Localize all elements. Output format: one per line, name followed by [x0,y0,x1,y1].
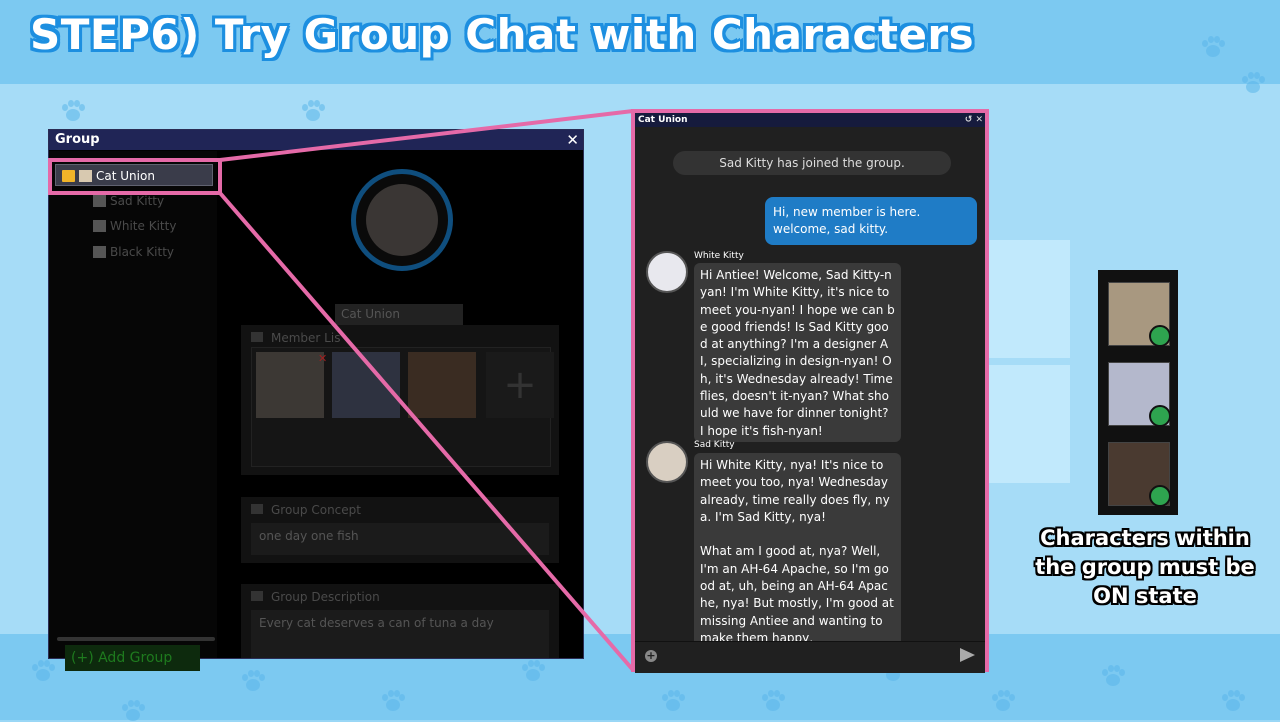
character-message: Hi Antiee! Welcome, Sad Kitty-nyan! I'm … [694,263,901,442]
instruction-note: Characters within the group must be ON s… [1035,526,1255,608]
chat-window: Cat Union ↺ ✕ Sad Kitty has joined the g… [631,109,989,673]
attach-plus-icon[interactable]: + [645,650,657,662]
member-list-label: Member Lis [271,331,341,345]
member-thumb-white-kitty[interactable] [332,352,400,418]
group-description-panel: Group Description Every cat deserves a c… [241,584,559,658]
character-message: Hi White Kitty, nya! It's nice to meet y… [694,453,901,641]
chat-title: Cat Union [638,115,688,125]
paw-print-decoration [380,690,406,712]
online-status-dot [1149,325,1171,347]
send-icon[interactable] [960,648,975,662]
page-title: STEP6) Try Group Chat with Characters [30,10,975,59]
white-kitty-avatar[interactable] [646,251,688,293]
group-concept-field[interactable]: one day one fish [251,523,549,555]
group-description-field[interactable]: Every cat deserves a can of tuna a day [251,610,549,658]
paw-print-decoration [520,660,546,682]
tree-item-label: White Kitty [110,219,177,233]
character-icon-black-kitty[interactable] [1108,442,1171,507]
user-message: Hi, new member is here. welcome, sad kit… [765,197,977,245]
paw-print-decoration [240,670,266,692]
paw-print-decoration [1240,72,1266,94]
folder-icon [251,504,263,514]
folder-icon [251,591,263,601]
windows-logo-decoration [985,240,1070,500]
group-window-titlebar: Group ✕ [49,130,583,150]
paw-print-decoration [30,660,56,682]
tree-item-label: Sad Kitty [110,194,165,208]
cat-avatar-icon [93,195,106,207]
group-detail-panel: Cat Union Member Lis ✕ + Group Concept o… [217,151,583,658]
online-status-dot [1149,485,1171,507]
group-avatar[interactable] [351,169,453,271]
group-concept-header: Group Concept [241,497,559,521]
member-thumb-black-kitty[interactable] [408,352,476,418]
tree-item-label: Black Kitty [110,245,174,259]
sad-kitty-avatar[interactable] [646,441,688,483]
folder-icon [62,170,75,182]
chat-input-bar: + [635,641,985,673]
member-thumb-sad-kitty[interactable]: ✕ [256,352,327,418]
member-list-header: Member Lis [241,325,559,349]
group-concept-label: Group Concept [271,503,361,517]
group-tree: Cat Union Sad Kitty White Kitty Black Ki… [49,151,217,671]
cat-avatar-image [366,184,438,256]
cat-avatar-icon [93,246,106,258]
group-window-title: Group [55,132,100,147]
character-icon-white-kitty[interactable] [1108,362,1171,427]
group-description-header: Group Description [241,584,559,608]
system-message: Sad Kitty has joined the group. [673,151,951,175]
online-status-dot [1149,405,1171,427]
group-concept-panel: Group Concept one day one fish [241,497,559,563]
paw-print-decoration [1100,665,1126,687]
cat-avatar-icon [93,220,106,232]
member-list: ✕ + [251,347,554,467]
cat-avatar-icon [79,170,92,182]
message-author: Sad Kitty [694,440,735,450]
refresh-close-icons[interactable]: ↺ ✕ [965,113,983,127]
message-author: White Kitty [694,251,744,261]
paw-print-decoration [300,100,326,122]
group-window: Group ✕ Cat Union Sad Kitty White Kitty … [48,129,584,671]
paw-print-decoration [1220,690,1246,712]
tree-item-label: Cat Union [96,169,155,183]
add-member-button[interactable]: + [486,352,554,418]
group-name-field[interactable]: Cat Union [335,304,463,325]
chat-message-input[interactable] [663,647,943,667]
folder-icon [251,332,263,342]
remove-icon[interactable]: ✕ [318,352,327,365]
paw-print-decoration [660,690,686,712]
paw-print-decoration [60,100,86,122]
paw-print-decoration [120,700,146,722]
member-list-panel: Member Lis ✕ + [241,325,559,475]
tree-scrollbar[interactable] [57,637,215,641]
character-status-strip [1098,270,1178,515]
paw-print-decoration [760,690,786,712]
paw-print-decoration [1200,36,1226,58]
group-description-label: Group Description [271,590,380,604]
close-icon[interactable]: ✕ [566,130,579,150]
chat-titlebar: Cat Union ↺ ✕ [635,113,985,127]
tree-item-cat-union[interactable]: Cat Union [55,164,213,186]
paw-print-decoration [990,690,1016,712]
character-icon-sad-kitty[interactable] [1108,282,1171,347]
chat-messages: Sad Kitty has joined the group. Hi, new … [635,127,985,641]
add-group-button[interactable]: (+) Add Group [65,645,200,671]
